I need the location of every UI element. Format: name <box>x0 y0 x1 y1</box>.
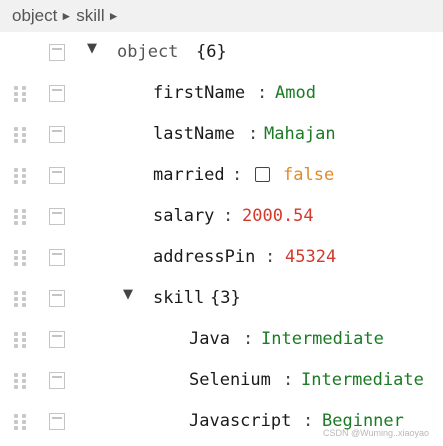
tree-row-married: married : false <box>0 155 443 196</box>
tree-row-lastname: lastName : Mahajan <box>0 114 443 155</box>
field-key[interactable]: Java <box>189 328 230 350</box>
field-value[interactable]: Intermediate <box>301 369 424 391</box>
context-menu-button[interactable] <box>49 331 65 348</box>
drag-handle-icon[interactable] <box>14 209 28 225</box>
field-key[interactable]: lastName <box>153 123 235 145</box>
skill-count: {3} <box>210 288 241 308</box>
field-value[interactable]: Amod <box>275 82 316 104</box>
context-menu-button[interactable] <box>49 249 65 266</box>
breadcrumb-item-object[interactable]: object <box>12 6 57 26</box>
breadcrumb: object ► skill ► <box>0 0 443 32</box>
watermark: CSDN @Wuming..xiaoyao <box>322 428 429 438</box>
field-separator: : <box>283 370 294 390</box>
field-key[interactable]: Selenium <box>189 369 271 391</box>
drag-handle-icon[interactable] <box>14 127 28 143</box>
tree-row-addresspin: addressPin : 45324 <box>0 237 443 278</box>
field-value[interactable]: Mahajan <box>264 123 336 145</box>
context-menu-button[interactable] <box>49 413 65 430</box>
tree-row-java: Java : Intermediate <box>0 319 443 360</box>
field-key[interactable]: firstName <box>153 82 245 104</box>
drag-handle-icon[interactable] <box>14 332 28 348</box>
field-key[interactable]: Javascript <box>189 410 291 432</box>
context-menu-button[interactable] <box>49 126 65 143</box>
field-separator: : <box>232 165 243 185</box>
tree-row-firstname: firstName : Amod <box>0 73 443 114</box>
drag-handle-icon[interactable] <box>14 414 28 430</box>
field-key[interactable]: married <box>153 164 225 186</box>
field-key[interactable]: salary <box>153 205 214 227</box>
tree-row-selenium: Selenium : Intermediate <box>0 360 443 401</box>
breadcrumb-arrow-icon: ► <box>107 9 120 23</box>
context-menu-button[interactable] <box>49 290 65 307</box>
root-key: object <box>117 42 179 62</box>
context-menu-button[interactable] <box>49 85 65 102</box>
field-separator: : <box>243 329 254 349</box>
field-value[interactable]: 2000.54 <box>242 205 314 227</box>
drag-handle-icon[interactable] <box>14 168 28 184</box>
collapse-toggle-icon[interactable]: ▼ <box>87 41 97 56</box>
breadcrumb-item-skill[interactable]: skill <box>76 6 104 26</box>
boolean-checkbox[interactable] <box>255 167 270 182</box>
root-count: {6} <box>196 42 227 62</box>
drag-handle-icon[interactable] <box>14 86 28 102</box>
field-separator: : <box>257 83 268 103</box>
tree-row-salary: salary : 2000.54 <box>0 196 443 237</box>
field-separator: : <box>303 411 314 431</box>
tree-row-root: ▼ object {6} <box>0 32 443 73</box>
field-value[interactable]: 45324 <box>285 246 336 268</box>
context-menu-button[interactable] <box>49 44 65 61</box>
field-value[interactable]: false <box>283 164 334 186</box>
field-separator: : <box>223 206 234 226</box>
context-menu-button[interactable] <box>49 208 65 225</box>
drag-handle-icon[interactable] <box>14 250 28 266</box>
skill-key[interactable]: skill <box>153 287 204 309</box>
context-menu-button[interactable] <box>49 372 65 389</box>
drag-handle-icon[interactable] <box>14 373 28 389</box>
field-separator: : <box>248 124 259 144</box>
breadcrumb-arrow-icon: ► <box>60 9 73 23</box>
field-value[interactable]: Intermediate <box>261 328 384 350</box>
field-separator: : <box>265 247 276 267</box>
tree-row-skill: ▼ skill {3} <box>0 278 443 319</box>
field-key[interactable]: addressPin <box>153 246 255 268</box>
drag-handle-icon[interactable] <box>14 291 28 307</box>
collapse-toggle-icon[interactable]: ▼ <box>123 287 133 302</box>
context-menu-button[interactable] <box>49 167 65 184</box>
